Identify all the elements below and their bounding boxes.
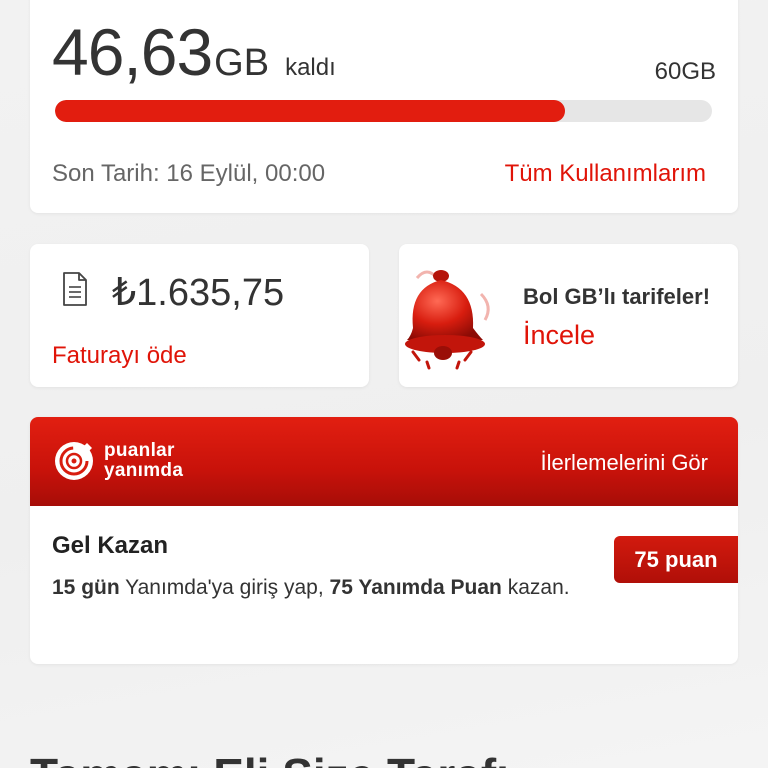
desc-days: 15 gün xyxy=(52,576,120,599)
bell-icon xyxy=(405,270,490,370)
section-heading: Tamamı Eli Size Tarafı xyxy=(30,748,509,768)
logo-line2: yanımda xyxy=(104,460,184,481)
desc-mid: Yanımda'ya giriş yap, xyxy=(119,576,330,599)
desc-points: 75 Yanımda Puan xyxy=(329,576,502,599)
promo-title: Bol GB’lı tarifeler! xyxy=(523,284,711,309)
remaining-label: kaldı xyxy=(285,54,336,81)
logo-line1: puanlar xyxy=(104,440,175,461)
usage-progress-fill xyxy=(55,100,566,122)
points-header[interactable]: puanlar yanımda İlerlemelerini Gör xyxy=(30,417,738,506)
document-icon xyxy=(63,272,87,306)
points-badge: 75 puan xyxy=(614,536,738,583)
data-usage-card: 46,63 GB kaldı 60GB Son Tarih: 16 Eylül,… xyxy=(30,0,738,213)
bill-card[interactable]: ₺1.635,75 Faturayı öde xyxy=(30,244,369,387)
remaining-value: 46,63 xyxy=(52,15,213,89)
challenge-title: Gel Kazan xyxy=(52,532,169,559)
remaining-unit: GB xyxy=(214,42,270,84)
promo-card[interactable]: Bol GB’lı tarifeler! İncele xyxy=(399,244,738,387)
puanlar-yanimda-logo xyxy=(55,442,93,480)
bill-amount: ₺1.635,75 xyxy=(112,272,285,314)
desc-end: kazan. xyxy=(501,576,570,599)
logo-text: puanlar yanımda xyxy=(104,441,183,481)
usage-progress-bar xyxy=(55,100,712,122)
pay-bill-link[interactable]: Faturayı öde xyxy=(52,342,187,370)
view-progress-link[interactable]: İlerlemelerini Gör xyxy=(541,450,709,476)
points-card: puanlar yanımda İlerlemelerini Gör Gel K… xyxy=(30,417,738,664)
all-usage-link[interactable]: Tüm Kullanımlarım xyxy=(505,160,706,188)
promo-review-link[interactable]: İncele xyxy=(523,320,595,351)
data-total: 60GB xyxy=(654,58,716,85)
data-remaining: 46,63 GB kaldı xyxy=(52,14,336,90)
due-date: Son Tarih: 16 Eylül, 00:00 xyxy=(52,160,326,187)
challenge-description: 15 gün Yanımda'ya giriş yap, 75 Yanımda … xyxy=(52,576,570,600)
